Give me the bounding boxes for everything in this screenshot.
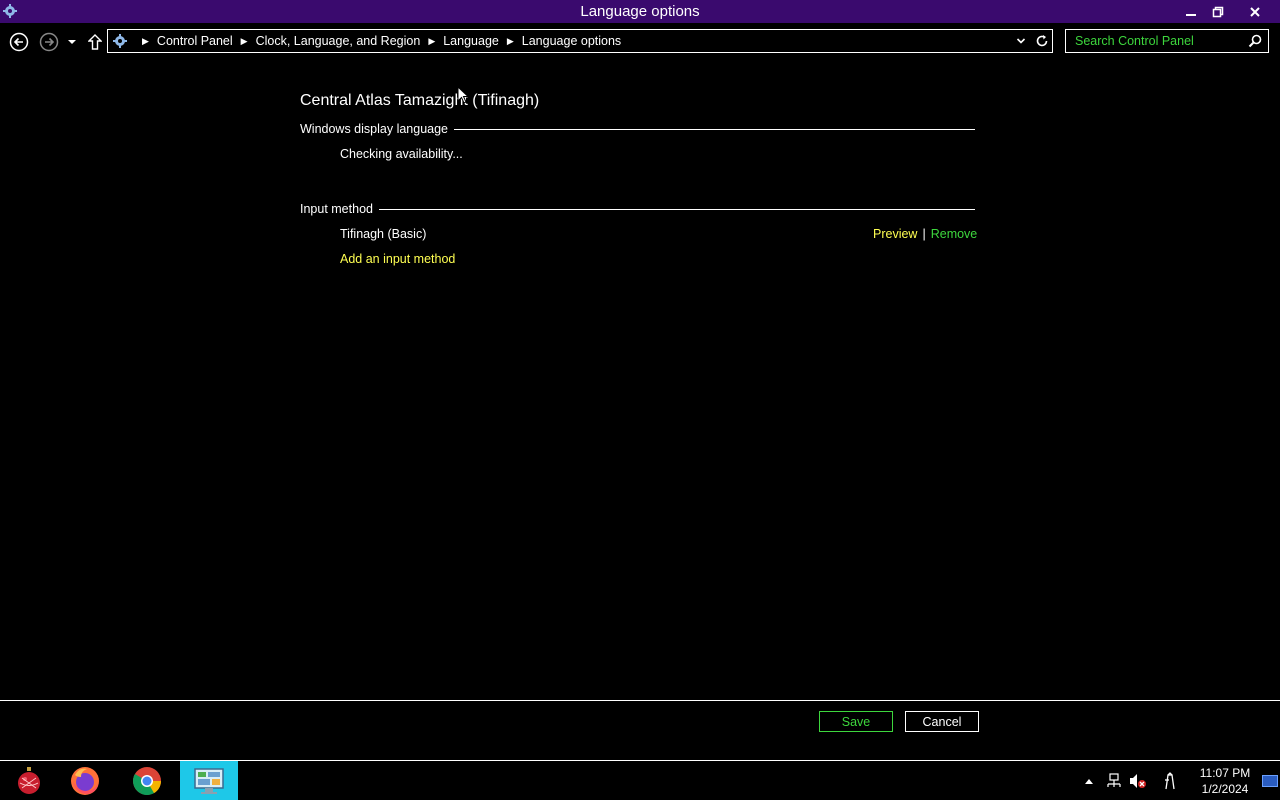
navigation-bar: ▶ Control Panel ▶ Clock, Language, and R… — [0, 23, 1280, 60]
search-input[interactable]: Search Control Panel — [1075, 34, 1194, 48]
search-icon[interactable] — [1248, 34, 1262, 48]
taskbar-firefox[interactable] — [56, 761, 114, 800]
breadcrumb-separator-icon[interactable]: ▶ — [507, 36, 514, 47]
recent-locations-button[interactable] — [64, 31, 80, 53]
add-input-method-link[interactable]: Add an input method — [340, 252, 455, 266]
save-button[interactable]: Save — [819, 711, 893, 732]
address-dropdown-button[interactable] — [1014, 34, 1028, 48]
notifications-icon[interactable] — [1262, 775, 1278, 787]
input-method-section-header: Input method — [300, 201, 975, 217]
taskbar-control-panel[interactable] — [180, 761, 238, 800]
forward-button[interactable] — [38, 31, 60, 53]
chevron-down-icon — [1016, 38, 1026, 44]
chevron-up-icon — [1085, 778, 1093, 784]
breadcrumb-language[interactable]: Language — [443, 34, 499, 48]
network-icon — [1107, 772, 1121, 787]
start-button[interactable] — [0, 761, 58, 800]
chevron-down-icon — [68, 40, 76, 44]
section-label: Windows display language — [300, 122, 449, 136]
page-title: Central Atlas Tamazight (Tifinagh) — [300, 92, 540, 109]
breadcrumb-clock-language-region[interactable]: Clock, Language, and Region — [256, 34, 421, 48]
show-hidden-icons-button[interactable] — [1082, 761, 1096, 800]
section-label: Input method — [300, 202, 373, 216]
title-bar: Language options — [0, 0, 1280, 23]
close-button[interactable] — [1238, 0, 1272, 23]
breadcrumb-separator-icon[interactable]: ▶ — [241, 36, 248, 47]
input-method-name: Tifinagh (Basic) — [340, 227, 427, 241]
divider — [454, 128, 975, 130]
volume-status[interactable] — [1128, 761, 1148, 800]
link-separator: | — [922, 227, 926, 241]
window-title: Language options — [580, 3, 700, 20]
display-language-status: Checking availability... — [340, 147, 463, 161]
pen-icon — [1165, 771, 1175, 789]
restore-button[interactable] — [1201, 0, 1235, 23]
up-arrow-icon — [88, 34, 102, 50]
back-arrow-icon — [9, 32, 29, 52]
breadcrumb-separator-icon[interactable]: ▶ — [142, 36, 149, 47]
up-button[interactable] — [86, 31, 104, 53]
remove-link[interactable]: Remove — [931, 227, 978, 241]
input-method-actions: Preview | Remove — [873, 227, 977, 241]
refresh-button[interactable] — [1034, 33, 1050, 49]
search-box[interactable]: Search Control Panel — [1065, 29, 1269, 53]
taskbar: 11:07 PM 1/2/2024 — [0, 760, 1280, 800]
cancel-button[interactable]: Cancel — [905, 711, 979, 732]
firefox-icon — [71, 766, 99, 795]
volume-muted-icon — [1130, 773, 1146, 788]
breadcrumb: ▶ Control Panel ▶ Clock, Language, and R… — [134, 30, 621, 52]
control-panel-icon — [194, 767, 224, 794]
network-status[interactable] — [1104, 761, 1124, 800]
breadcrumb-separator-icon[interactable]: ▶ — [428, 36, 435, 47]
chrome-icon — [133, 766, 161, 795]
breadcrumb-control-panel[interactable]: Control Panel — [157, 34, 233, 48]
divider — [378, 208, 975, 210]
pen-status[interactable] — [1160, 761, 1180, 800]
control-panel-icon — [112, 33, 128, 49]
back-button[interactable] — [8, 31, 30, 53]
mouse-cursor-icon — [457, 86, 469, 104]
forward-arrow-icon — [39, 32, 59, 52]
preview-link[interactable]: Preview — [873, 227, 917, 241]
address-bar[interactable]: ▶ Control Panel ▶ Clock, Language, and R… — [107, 29, 1053, 53]
clock-date: 1/2/2024 — [1201, 782, 1249, 796]
refresh-icon — [1036, 35, 1048, 47]
display-language-section-header: Windows display language — [300, 121, 975, 137]
ornament-icon — [18, 766, 40, 794]
taskbar-clock[interactable]: 11:07 PM 1/2/2024 — [1190, 765, 1260, 797]
footer-divider — [0, 700, 1280, 701]
clock-time: 11:07 PM — [1199, 766, 1251, 780]
breadcrumb-language-options[interactable]: Language options — [522, 34, 621, 48]
taskbar-chrome[interactable] — [118, 761, 176, 800]
